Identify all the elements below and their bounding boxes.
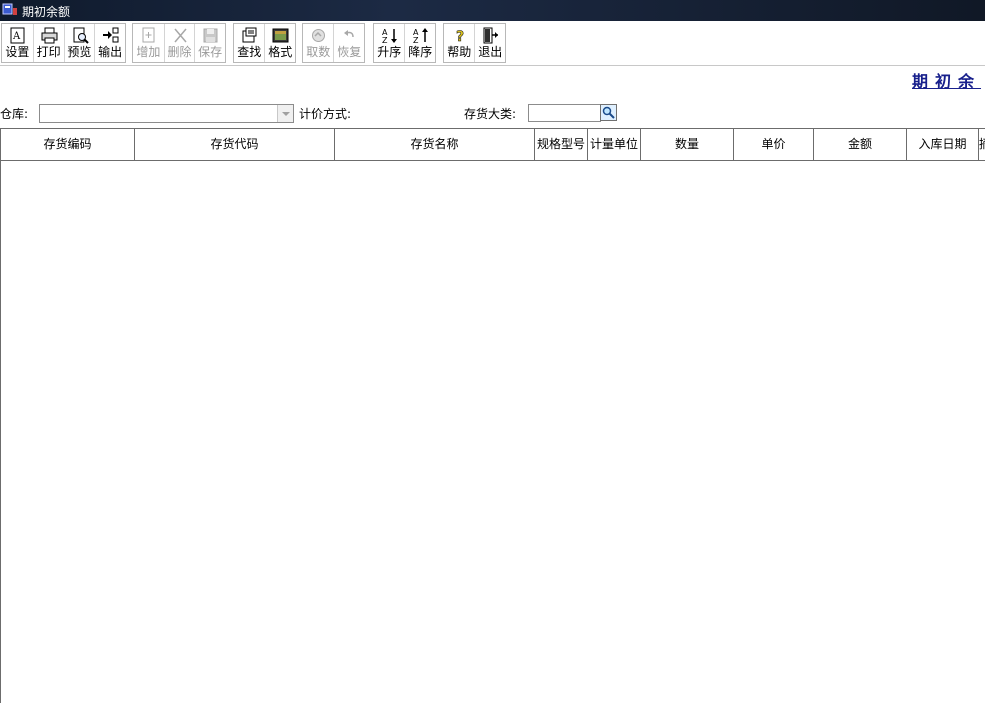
delete-icon <box>174 28 187 43</box>
toolbar-group-edit: 增加 删除 保存 <box>132 23 226 63</box>
sort-descending-icon: A Z <box>413 28 429 44</box>
preview-icon <box>73 27 89 44</box>
delete-button[interactable]: 删除 <box>163 24 195 62</box>
column-header-item-name[interactable]: 存货名称 <box>335 129 535 160</box>
find-icon <box>242 27 257 43</box>
fetch-button[interactable]: 取数 <box>303 24 333 62</box>
exit-button[interactable]: 退出 <box>474 24 505 62</box>
toolbar-group-sort: A Z 升序 A Z 降序 <box>373 23 436 63</box>
save-button[interactable]: 保存 <box>194 24 225 62</box>
svg-text:A: A <box>12 31 21 42</box>
pricing-method-label: 计价方式: <box>299 107 352 121</box>
toolbar-group-find: 查找 格式 <box>233 23 296 63</box>
sort-ascending-button[interactable]: A Z 升序 <box>374 24 404 62</box>
find-button[interactable]: 查找 <box>234 24 264 62</box>
toolbar: A 设置 打印 预览 输出 增加 删除 保存 查找 格式 取数 恢复 A Z 升… <box>0 21 985 66</box>
category-input[interactable] <box>528 104 601 122</box>
help-button[interactable]: ? 帮助 <box>444 24 474 62</box>
column-header-spec[interactable]: 规格型号 <box>535 129 588 160</box>
print-button[interactable]: 打印 <box>32 24 64 62</box>
export-icon <box>103 27 119 43</box>
warehouse-select[interactable] <box>39 104 294 123</box>
title-bar: 期初余额 <box>0 0 985 21</box>
export-button[interactable]: 输出 <box>94 24 125 62</box>
category-search-button[interactable] <box>600 104 617 121</box>
column-header-entry-date[interactable]: 入库日期 <box>907 129 979 160</box>
column-header-item-id[interactable]: 存货代码 <box>135 129 335 160</box>
warehouse-label: 仓库: <box>0 107 29 121</box>
printer-icon <box>41 27 58 44</box>
column-header-unit[interactable]: 计量单位 <box>588 129 641 160</box>
column-header-quantity[interactable]: 数量 <box>641 129 734 160</box>
add-icon <box>142 27 155 43</box>
toolbar-group-misc: ? 帮助 退出 <box>443 23 506 63</box>
report-title: 期初余 <box>912 72 982 91</box>
format-button[interactable]: 格式 <box>264 24 295 62</box>
search-icon <box>602 106 615 119</box>
help-icon: ? <box>456 29 465 44</box>
sort-descending-button[interactable]: A Z 降序 <box>404 24 435 62</box>
settings-button[interactable]: A 设置 <box>2 24 33 62</box>
window-title: 期初余额 <box>22 5 71 19</box>
column-header-unit-price[interactable]: 单价 <box>734 129 814 160</box>
column-header-amount[interactable]: 金额 <box>814 129 907 160</box>
toolbar-group-data: 取数 恢复 <box>302 23 365 63</box>
app-window-icon <box>2 3 17 15</box>
svg-text:?: ? <box>456 29 464 44</box>
undo-button[interactable]: 恢复 <box>333 24 364 62</box>
grid-header: 存货编码 存货代码 存货名称 规格型号 计量单位 数量 单价 金额 入库日期 摘 <box>1 129 985 161</box>
toolbar-group-output: A 设置 打印 预览 输出 <box>1 23 126 63</box>
add-button[interactable]: 增加 <box>133 24 164 62</box>
settings-icon: A <box>10 27 25 44</box>
svg-text:Z: Z <box>382 36 388 44</box>
category-label: 存货大类: <box>464 107 517 121</box>
format-icon <box>272 28 289 43</box>
column-header-summary[interactable]: 摘 <box>979 129 985 160</box>
preview-button[interactable]: 预览 <box>63 24 95 62</box>
fetch-icon <box>312 29 325 42</box>
svg-text:Z: Z <box>413 36 419 44</box>
sort-ascending-icon: A Z <box>382 28 397 44</box>
chevron-down-icon[interactable] <box>277 105 293 122</box>
column-header-item-code[interactable]: 存货编码 <box>1 129 135 160</box>
save-icon <box>203 28 218 43</box>
undo-icon <box>344 30 355 38</box>
balance-grid[interactable]: 存货编码 存货代码 存货名称 规格型号 计量单位 数量 单价 金额 入库日期 摘 <box>0 128 985 703</box>
exit-icon <box>483 27 499 44</box>
